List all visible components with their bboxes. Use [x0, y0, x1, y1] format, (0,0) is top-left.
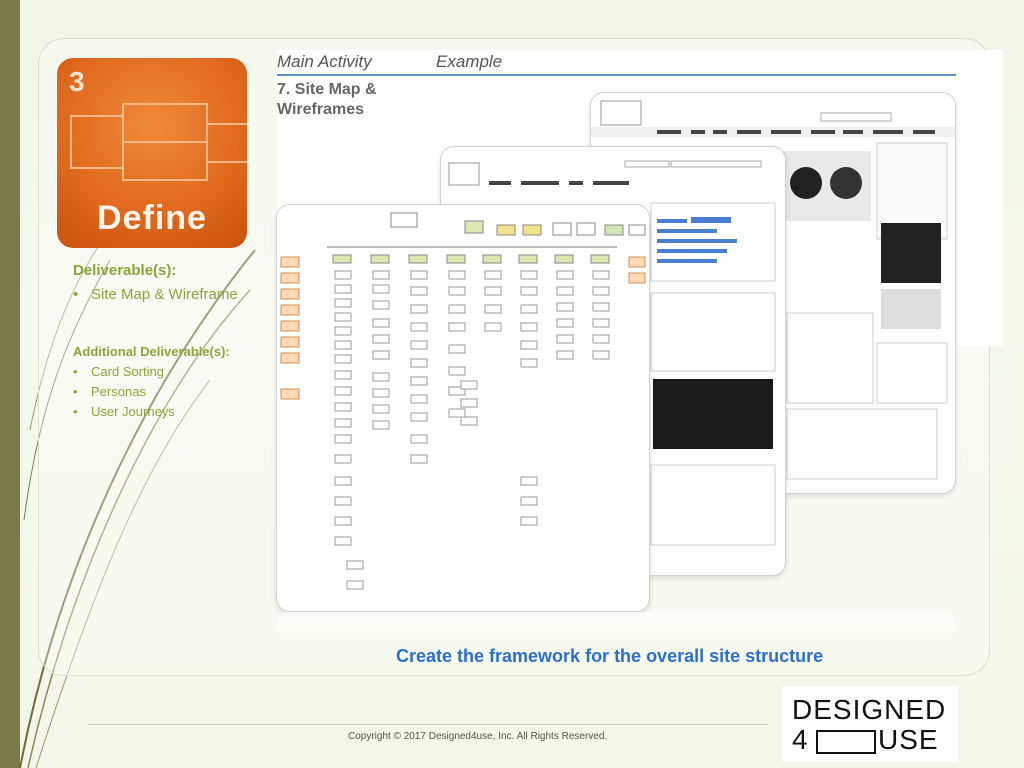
logo-box-mark [816, 730, 876, 754]
copyright-text: Copyright © 2017 Designed4use, Inc. All … [348, 731, 608, 742]
additional-deliverables-list: • Card Sorting • Personas • User Journeys [73, 362, 175, 422]
column-header-row: Main Activity Example [277, 50, 1003, 76]
slide-caption: Create the framework for the overall sit… [396, 646, 824, 666]
left-sidebar-bar [0, 0, 20, 768]
example-heading: Example [436, 52, 503, 71]
additional-deliverables-heading: Additional Deliverable(s): [73, 344, 230, 359]
list-item: • User Journeys [73, 404, 175, 419]
site-map-thumbnail [276, 204, 650, 612]
footer-divider [88, 724, 768, 725]
logo-text-designed: DESIGNED [792, 694, 947, 725]
step-title: 7. Site Map & Wireframes [277, 81, 377, 118]
phase-label: Define [97, 199, 207, 237]
designed4use-logo: DESIGNED 4 USE [782, 686, 958, 762]
logo-text-four: 4 [792, 724, 808, 755]
main-activity-heading: Main Activity [277, 52, 372, 71]
thumbnail-reflection [276, 612, 956, 646]
list-item: • Personas [73, 384, 146, 399]
deliverable-item: • Site Map & Wireframe [73, 286, 238, 303]
list-item: • Card Sorting [73, 364, 164, 379]
define-phase-tile: 3 Define [57, 58, 247, 248]
deliverables-heading: Deliverable(s): [73, 262, 177, 279]
logo-text-use: USE [878, 724, 939, 755]
site-map-illustration [280, 212, 646, 590]
